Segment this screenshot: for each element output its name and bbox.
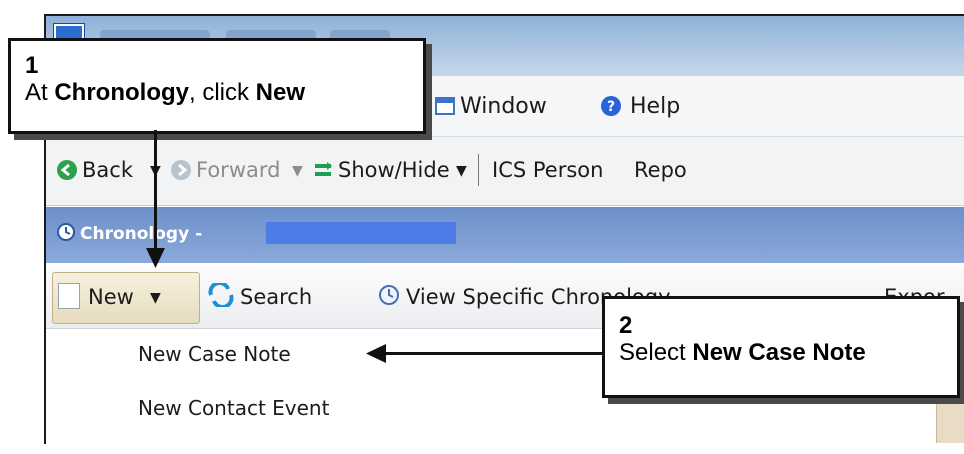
back-icon bbox=[57, 160, 77, 180]
menu-item-new-case-note[interactable]: New Case Note bbox=[138, 342, 291, 366]
panel-title-obscured bbox=[266, 222, 456, 244]
window-icon bbox=[435, 97, 455, 115]
callout-1-arrow bbox=[154, 130, 157, 252]
new-document-icon bbox=[58, 283, 80, 309]
help-icon: ? bbox=[601, 96, 621, 116]
menu-help[interactable]: Help bbox=[630, 94, 680, 119]
callout-1-arrowhead-icon bbox=[146, 248, 165, 268]
showhide-icon bbox=[315, 162, 332, 176]
reports-button[interactable]: Repo bbox=[634, 158, 687, 182]
callout-1-number: 1 bbox=[25, 52, 39, 79]
new-dropdown-icon[interactable]: ▼ bbox=[150, 290, 161, 306]
instruction-callout-1: 1 At Chronology, click New bbox=[8, 38, 426, 134]
showhide-button[interactable]: Show/Hide bbox=[338, 158, 450, 182]
forward-icon bbox=[171, 160, 191, 180]
showhide-dropdown-icon[interactable]: ▼ bbox=[456, 163, 467, 179]
new-button-label[interactable]: New bbox=[88, 285, 134, 309]
instruction-callout-2: 2 Select New Case Note bbox=[602, 296, 960, 398]
background-panel-edge bbox=[936, 395, 964, 443]
search-button[interactable]: Search bbox=[240, 285, 312, 309]
forward-button[interactable]: Forward bbox=[196, 158, 280, 182]
menu-item-new-contact-event[interactable]: New Contact Event bbox=[138, 396, 329, 420]
back-button[interactable]: Back bbox=[82, 158, 133, 182]
menu-window[interactable]: Window bbox=[460, 94, 547, 119]
forward-dropdown-icon[interactable]: ▼ bbox=[292, 163, 303, 179]
search-icon bbox=[208, 283, 234, 307]
svg-text:?: ? bbox=[607, 99, 615, 115]
panel-title: Chronology - bbox=[80, 224, 203, 244]
chronology-icon bbox=[57, 223, 75, 241]
callout-2-text: Select New Case Note bbox=[619, 339, 866, 366]
toolbar-separator bbox=[478, 154, 479, 186]
callout-2-arrow bbox=[380, 352, 604, 355]
view-chronology-icon bbox=[379, 285, 399, 305]
callout-2-number: 2 bbox=[619, 312, 633, 339]
callout-2-arrowhead-icon bbox=[366, 344, 386, 363]
ics-person-button[interactable]: ICS Person bbox=[492, 158, 603, 182]
callout-1-text: At Chronology, click New bbox=[25, 79, 306, 106]
